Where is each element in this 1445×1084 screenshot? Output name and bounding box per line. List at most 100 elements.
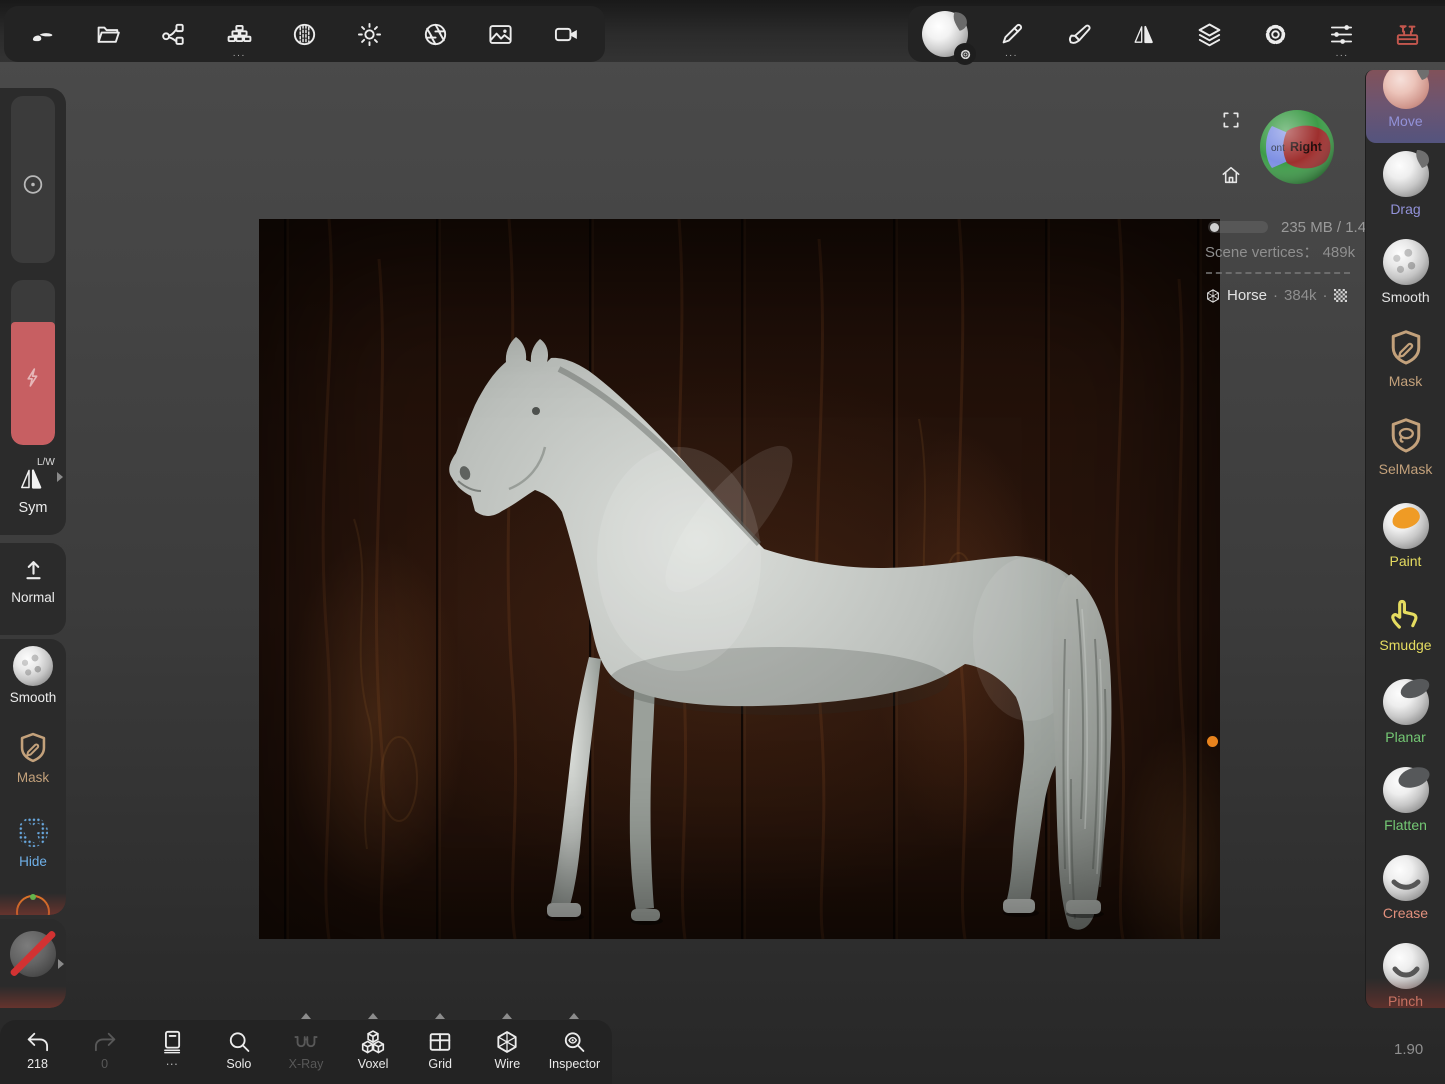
top-right-toolbar: ··· ··· — [908, 6, 1445, 62]
postprocess-button[interactable] — [408, 8, 462, 60]
inspector-button[interactable]: Inspector — [544, 1029, 604, 1071]
solo-button[interactable]: Solo — [209, 1029, 269, 1071]
grid-chevron[interactable] — [435, 1013, 445, 1019]
video-camera-icon — [553, 21, 580, 48]
pen-icon — [998, 21, 1025, 48]
viewport-edge-marker[interactable] — [1207, 736, 1218, 747]
background-button[interactable] — [474, 8, 528, 60]
stats-divider — [1206, 272, 1350, 274]
quick-mask-button[interactable]: Mask — [0, 723, 66, 807]
folder-icon — [95, 21, 122, 48]
hide-label: Hide — [19, 854, 47, 869]
sym-expand-arrow[interactable] — [57, 472, 63, 482]
layers-icon — [1196, 21, 1223, 48]
lighting-button[interactable] — [343, 8, 397, 60]
tool-mask[interactable]: Mask — [1366, 319, 1445, 407]
history-more: ··· — [166, 1057, 179, 1071]
wire-button[interactable]: Wire — [477, 1029, 537, 1071]
undo-icon — [25, 1029, 51, 1055]
mesh-sphere-icon — [1205, 288, 1221, 304]
viewport-scene — [259, 219, 1220, 939]
quick-hide-button[interactable]: Hide — [0, 807, 66, 891]
radius-slider[interactable] — [11, 96, 55, 263]
move-tool-icon — [1383, 70, 1429, 109]
navigation-orb[interactable]: ont Right — [1259, 109, 1335, 185]
tool-pinch[interactable]: Pinch — [1366, 935, 1445, 1008]
xray-chevron[interactable] — [301, 1013, 311, 1019]
tool-label: Drag — [1390, 201, 1420, 217]
pinch-tool-icon — [1383, 943, 1429, 989]
grid-label: Grid — [428, 1057, 452, 1071]
smooth-label: Smooth — [10, 690, 57, 705]
history-button[interactable]: ··· — [142, 1029, 202, 1071]
lightning-icon — [22, 366, 45, 389]
tool-paint[interactable]: Paint — [1366, 495, 1445, 583]
more-indicator: ··· — [212, 51, 266, 61]
aperture-icon — [422, 21, 449, 48]
brush-settings-badge[interactable] — [954, 43, 976, 65]
tool-selmask[interactable]: SelMask — [1366, 407, 1445, 495]
settings-button[interactable] — [1249, 8, 1303, 60]
paintbrush-icon — [1064, 21, 1091, 48]
grid-button[interactable]: Grid — [410, 1029, 470, 1071]
app-version: 1.90 — [1394, 1041, 1423, 1058]
alpha-expand-arrow[interactable] — [58, 959, 64, 969]
layers-panel-button[interactable] — [1183, 8, 1237, 60]
tool-crease[interactable]: Crease — [1366, 847, 1445, 935]
layers-button[interactable]: ··· — [212, 8, 266, 60]
scene-vertices-value: 489k — [1323, 244, 1356, 261]
sculpt-viewport[interactable] — [259, 219, 1220, 939]
paint-settings-button[interactable] — [1050, 8, 1104, 60]
stroke-button[interactable]: ··· — [984, 8, 1038, 60]
scene-graph-button[interactable] — [147, 8, 201, 60]
wire-chevron[interactable] — [502, 1013, 512, 1019]
mask-shield-icon — [1385, 327, 1427, 369]
tool-settings-button[interactable]: ··· — [1315, 8, 1369, 60]
toolbox-button[interactable] — [1381, 8, 1435, 60]
symmetry-button[interactable] — [1116, 8, 1170, 60]
sym-button[interactable]: Sym — [0, 500, 66, 516]
inspector-chevron[interactable] — [569, 1013, 579, 1019]
files-button[interactable] — [81, 8, 135, 60]
voxel-cubes-icon — [360, 1029, 386, 1055]
object-info-row[interactable]: Horse · 384k · — [1205, 287, 1347, 304]
gear-icon — [1262, 21, 1289, 48]
tool-label: Smooth — [1381, 289, 1429, 305]
tool-smudge[interactable]: Smudge — [1366, 583, 1445, 671]
gizmo-button[interactable] — [0, 891, 66, 915]
undo-button[interactable]: 218 — [8, 1029, 68, 1071]
voxel-chevron[interactable] — [368, 1013, 378, 1019]
paint-tool-icon — [1383, 503, 1429, 549]
xray-button[interactable]: X-Ray — [276, 1029, 336, 1071]
tool-label: Mask — [1389, 373, 1422, 389]
material-button[interactable] — [277, 8, 331, 60]
top-left-toolbar: ··· — [4, 6, 605, 62]
tool-move[interactable]: Move — [1366, 70, 1445, 143]
gizmo-axis-dot — [30, 894, 36, 900]
tool-planar[interactable]: Planar — [1366, 671, 1445, 759]
fullscreen-button[interactable] — [1221, 110, 1241, 130]
tool-smooth[interactable]: Smooth — [1366, 231, 1445, 319]
camera-button[interactable] — [539, 8, 593, 60]
intensity-slider[interactable] — [11, 280, 55, 445]
navigation-orb-sphere: ont Right — [1259, 109, 1335, 185]
tool-drag[interactable]: Drag — [1366, 143, 1445, 231]
app-logo-button[interactable] — [16, 8, 70, 60]
quick-smooth-button[interactable]: Smooth — [0, 639, 66, 723]
grid-icon — [427, 1029, 453, 1055]
brush-preview-button[interactable] — [918, 8, 972, 60]
magnifier-icon — [226, 1029, 252, 1055]
tool-label: Smudge — [1379, 637, 1431, 653]
normal-button[interactable]: Normal — [0, 543, 66, 605]
voxel-button[interactable]: Voxel — [343, 1029, 403, 1071]
alpha-off-button[interactable] — [10, 931, 56, 977]
flatten-tool-icon — [1383, 767, 1429, 813]
matcap-sphere-icon — [291, 21, 318, 48]
redo-button[interactable]: 0 — [75, 1029, 135, 1071]
app-window: 235 MB / 1.4 Scene vertices： 489k Horse … — [0, 0, 1445, 1084]
dot-separator: · — [1273, 287, 1278, 304]
tool-flatten[interactable]: Flatten — [1366, 759, 1445, 847]
dither-icon — [1334, 289, 1347, 302]
home-view-button[interactable] — [1220, 164, 1242, 186]
normal-group: Normal — [0, 543, 66, 635]
